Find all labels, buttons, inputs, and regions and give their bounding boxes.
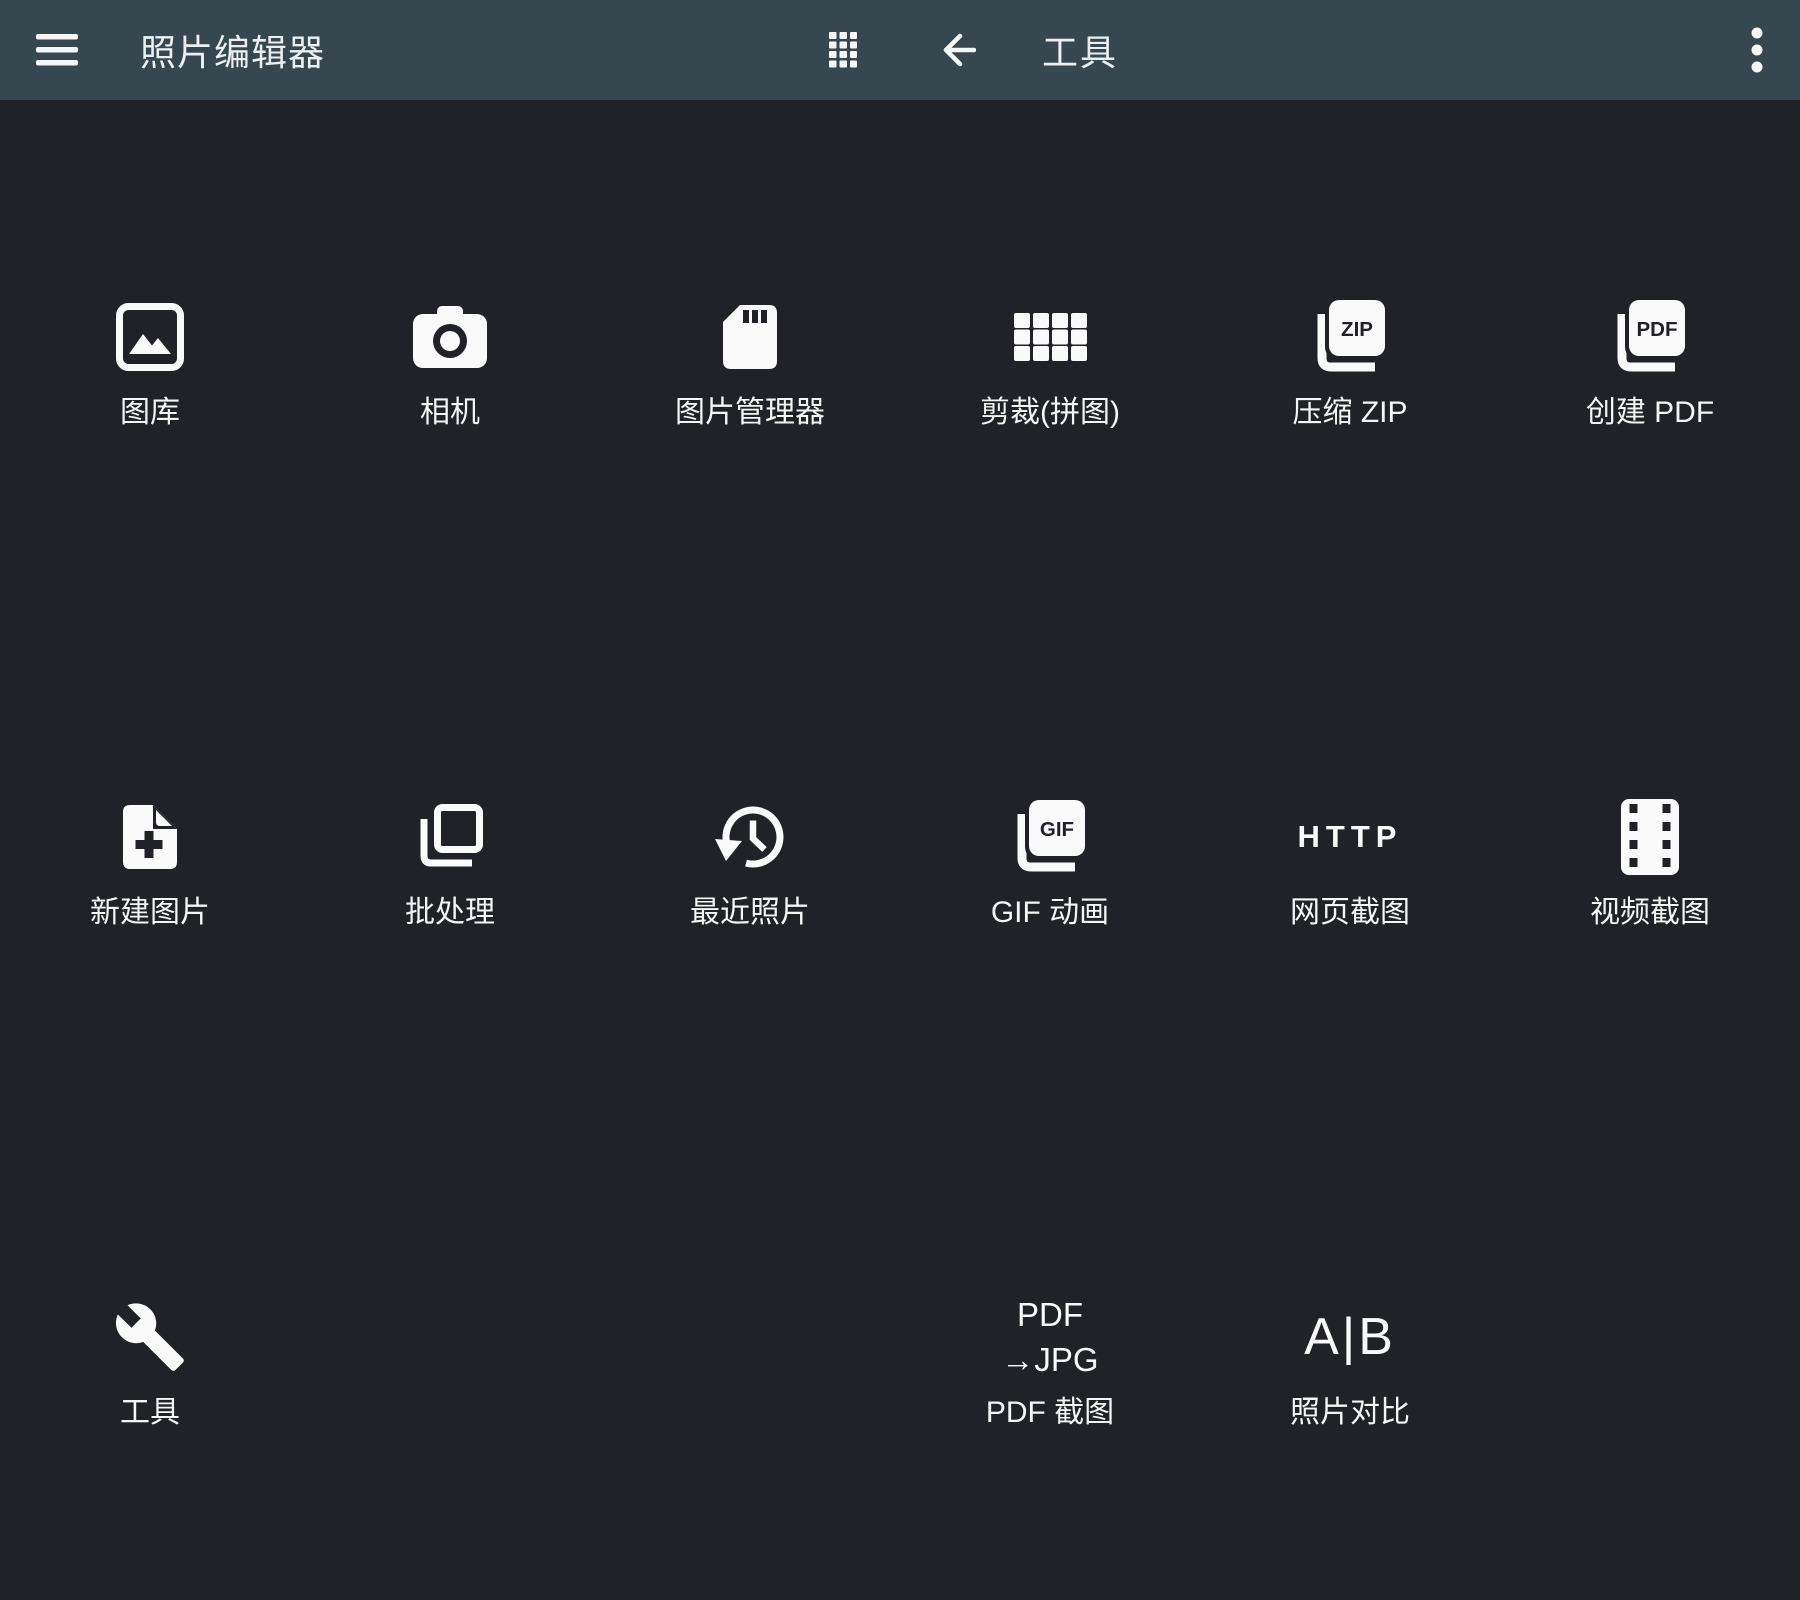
collage-grid-icon [1014, 313, 1087, 361]
tile-label: 新建图片 [90, 895, 210, 931]
wrench-icon [113, 1300, 187, 1374]
tile-label: 相机 [420, 395, 480, 431]
tile-empty [600, 1100, 900, 1600]
tile-tools[interactable]: 工具 [0, 1100, 300, 1600]
tile-label: 批处理 [405, 895, 495, 931]
tool-row-3: 工具 PDF →JPG PDF 截图 A|B 照片对比 [0, 1100, 1800, 1600]
gallery-icon [116, 303, 184, 371]
tool-row-1: 图库 相机 图片管理器 [0, 100, 1800, 600]
hamburger-menu-icon[interactable] [36, 34, 78, 66]
topbar: 照片编辑器 工具 [0, 0, 1800, 100]
tile-video-capture[interactable]: 视频截图 [1500, 600, 1800, 1100]
pdf-to-jpg-line1: PDF [1001, 1292, 1098, 1337]
tile-batch[interactable]: 批处理 [300, 600, 600, 1100]
zip-badge-text: ZIP [1341, 318, 1373, 341]
tile-label: 图库 [120, 395, 180, 431]
zip-file-icon: ZIP [1312, 299, 1388, 375]
tile-compress-zip[interactable]: ZIP 压缩 ZIP [1200, 100, 1500, 600]
tile-photo-compare[interactable]: A|B 照片对比 [1200, 1100, 1500, 1600]
tile-label: GIF 动画 [991, 895, 1109, 931]
app-title: 照片编辑器 [140, 24, 325, 76]
grid-view-icon[interactable] [829, 32, 857, 68]
tile-camera[interactable]: 相机 [300, 100, 600, 600]
tile-label: 网页截图 [1290, 895, 1410, 931]
tile-label: 图片管理器 [675, 395, 825, 431]
tile-gallery[interactable]: 图库 [0, 100, 300, 600]
batch-layers-icon [417, 804, 483, 870]
tile-new-image[interactable]: 新建图片 [0, 600, 300, 1100]
tile-label: 最近照片 [690, 895, 810, 931]
tile-crop-collage[interactable]: 剪裁(拼图) [900, 100, 1200, 600]
photo-editor-screen: { "colors": { "background": "#202228", "… [0, 0, 1800, 1600]
tile-label: 压缩 ZIP [1292, 395, 1407, 431]
tile-web-capture[interactable]: HTTP 网页截图 [1200, 600, 1500, 1100]
pdf-file-icon: PDF [1612, 299, 1688, 375]
tile-label: 剪裁(拼图) [980, 395, 1120, 431]
camera-icon [413, 306, 487, 368]
tile-create-pdf[interactable]: PDF 创建 PDF [1500, 100, 1800, 600]
tile-empty [300, 1100, 600, 1600]
tile-label: 视频截图 [1590, 895, 1710, 931]
history-clock-icon [713, 800, 787, 874]
section-title: 工具 [1042, 24, 1118, 76]
tile-label: PDF 截图 [986, 1395, 1114, 1431]
http-text-icon: HTTP [1298, 819, 1403, 855]
tile-label: 创建 PDF [1586, 395, 1714, 431]
new-document-icon [123, 805, 177, 869]
pdf-to-jpg-text-icon: PDF →JPG [1001, 1292, 1098, 1382]
tile-label: 照片对比 [1290, 1395, 1410, 1431]
tile-empty [1500, 1100, 1800, 1600]
pdf-to-jpg-line2: →JPG [1001, 1337, 1098, 1382]
film-strip-icon [1620, 798, 1680, 876]
overflow-menu-icon[interactable] [1751, 27, 1763, 73]
tile-gif-animation[interactable]: GIF GIF 动画 [900, 600, 1200, 1100]
gif-file-icon: GIF [1012, 799, 1088, 875]
back-arrow-icon[interactable] [938, 31, 976, 69]
tile-image-manager[interactable]: 图片管理器 [600, 100, 900, 600]
ab-compare-text-icon: A|B [1304, 1307, 1396, 1367]
tool-grid: 图库 相机 图片管理器 [0, 100, 1800, 1600]
tool-row-2: 新建图片 批处理 最近照片 [0, 600, 1800, 1100]
sd-card-icon [723, 305, 777, 369]
tile-pdf-capture[interactable]: PDF →JPG PDF 截图 [900, 1100, 1200, 1600]
pdf-badge-text: PDF [1637, 318, 1678, 341]
gif-badge-text: GIF [1040, 818, 1074, 841]
tile-label: 工具 [120, 1395, 180, 1431]
tile-recent-photos[interactable]: 最近照片 [600, 600, 900, 1100]
